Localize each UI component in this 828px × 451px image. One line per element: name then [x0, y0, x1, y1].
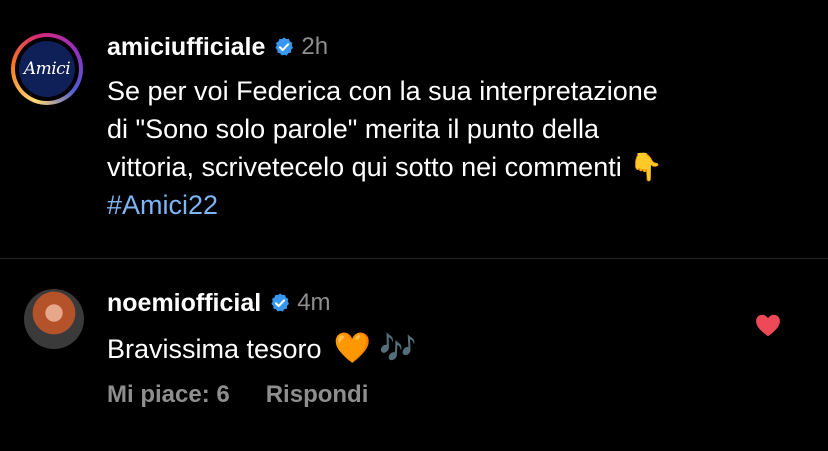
- post-time: 2h: [301, 33, 329, 60]
- caption-line: vittoria, scrivetecelo qui sotto nei com…: [107, 152, 663, 182]
- verified-badge-icon: [275, 37, 294, 56]
- comment-emojis: 🧡 🎶: [333, 332, 417, 365]
- comment-text-row: Bravissima tesoro 🧡 🎶: [107, 330, 417, 368]
- comment-actions: Mi piace: 6 Rispondi: [107, 381, 368, 409]
- comment-header: noemiofficial 4m: [107, 286, 331, 320]
- comment-text: Bravissima tesoro: [107, 334, 322, 364]
- post-username[interactable]: amiciufficiale: [107, 33, 265, 62]
- reply-button[interactable]: Rispondi: [266, 381, 369, 409]
- hashtag-link[interactable]: #Amici22: [107, 186, 797, 224]
- comment-time: 4m: [297, 289, 331, 316]
- post: Amici amiciufficiale 2h Se per voi Feder…: [0, 0, 828, 258]
- post-avatar[interactable]: Amici: [11, 33, 83, 105]
- caption-line: di "Sono solo parole" merita il punto de…: [107, 114, 599, 144]
- comment-avatar[interactable]: [24, 289, 84, 349]
- likes-count[interactable]: Mi piace: 6: [107, 381, 230, 409]
- comment-username[interactable]: noemiofficial: [107, 289, 261, 318]
- post-header: amiciufficiale 2h: [107, 30, 328, 64]
- heart-icon[interactable]: [755, 313, 781, 337]
- verified-badge-icon: [271, 293, 290, 312]
- comment: noemiofficial 4m Bravissima tesoro 🧡 🎶 M…: [0, 259, 828, 451]
- amici-logo: Amici: [19, 41, 75, 97]
- post-caption: Se per voi Federica con la sua interpret…: [107, 72, 797, 224]
- caption-line: Se per voi Federica con la sua interpret…: [107, 76, 658, 106]
